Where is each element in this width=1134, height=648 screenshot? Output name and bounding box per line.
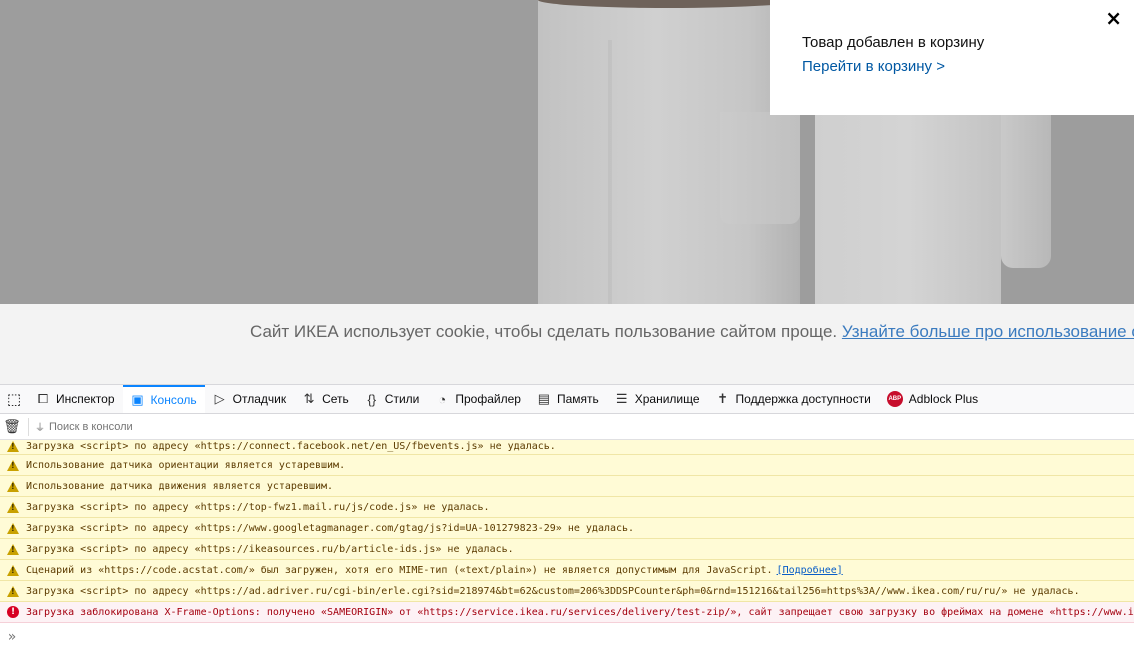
warning-icon <box>7 522 19 534</box>
debugger-icon: ▷ <box>214 391 225 406</box>
warning-icon <box>7 480 19 492</box>
console-input-row: » <box>0 625 1134 648</box>
tab-label: Хранилище <box>634 392 700 406</box>
adblock-plus-icon: ABP <box>886 391 903 407</box>
devtools-toolbar: ⬚ ⧠ Инспектор ▣ Консоль ▷ Отладчик ⇅ Сет… <box>0 385 1134 414</box>
filter-icon: ⏚ <box>35 423 45 434</box>
go-to-cart-link[interactable]: Перейти в корзину > <box>802 58 945 75</box>
message-text: Загрузка заблокирована X-Frame-Options: … <box>26 606 1134 618</box>
warning-icon <box>7 585 19 597</box>
storage-icon: ☰ <box>615 391 628 406</box>
message-text: Использование датчика движения является … <box>26 480 334 492</box>
tab-label: Adblock Plus <box>908 392 979 406</box>
message-text: Загрузка <script> по адресу «https://www… <box>26 522 635 534</box>
cookie-message: Сайт ИКЕА использует cookie, чтобы сдела… <box>250 322 838 341</box>
paper-tube-small <box>720 112 800 224</box>
tab-network[interactable]: ⇅ Сеть <box>294 385 357 413</box>
trash-icon[interactable]: 🗑 <box>0 419 24 435</box>
accessibility-icon: ✝ <box>717 391 728 406</box>
console-messages: Загрузка <script> по адресу «https://con… <box>0 440 1134 623</box>
devtools-panel: ⬚ ⧠ Инспектор ▣ Консоль ▷ Отладчик ⇅ Сет… <box>0 384 1134 648</box>
console-message: Сценарий из «https://code.acstat.com/» б… <box>0 560 1134 581</box>
console-message: Использование датчика ориентации являетс… <box>0 455 1134 476</box>
console-message: Загрузка <script> по адресу «https://ike… <box>0 539 1134 560</box>
warning-icon <box>7 459 19 471</box>
console-input[interactable] <box>24 630 1134 644</box>
console-message: Использование датчика движения является … <box>0 476 1134 497</box>
tab-label: Отладчик <box>232 392 287 406</box>
paper-tube-right-small <box>1001 112 1051 268</box>
tab-console[interactable]: ▣ Консоль <box>122 385 205 413</box>
memory-icon: ▤ <box>537 391 551 406</box>
tab-style-editor[interactable]: {} Стили <box>357 385 428 413</box>
cookie-more-link[interactable]: Узнайте больше про использование cookie <box>842 322 1134 341</box>
console-icon: ▣ <box>131 392 144 407</box>
warning-icon <box>7 441 19 452</box>
tube-seam <box>608 40 612 304</box>
tab-profiler[interactable]: ◔ Профайлер <box>427 385 529 413</box>
message-text: Загрузка <script> по адресу «https://top… <box>26 501 490 513</box>
cart-notification-title: Товар добавлен в корзину <box>802 34 985 51</box>
network-icon: ⇅ <box>303 391 315 406</box>
tab-label: Память <box>556 392 599 406</box>
close-icon[interactable]: × <box>1105 6 1122 30</box>
console-message: Загрузка <script> по адресу «https://ad.… <box>0 581 1134 602</box>
inspector-icon: ⧠ <box>37 391 49 406</box>
console-message: Загрузка <script> по адресу «https://top… <box>0 497 1134 518</box>
console-message: Загрузка <script> по адресу «https://con… <box>0 440 1134 455</box>
learn-more-link[interactable]: [Подробнее] <box>777 565 843 576</box>
tab-label: Стили <box>384 392 420 406</box>
console-filter-input[interactable] <box>49 420 449 433</box>
console-filter-bar: 🗑 ⏚ <box>0 414 1134 440</box>
console-message-error: ! Загрузка заблокирована X-Frame-Options… <box>0 602 1134 623</box>
tab-inspector[interactable]: ⧠ Инспектор <box>28 385 123 413</box>
warning-icon <box>7 501 19 513</box>
profiler-icon: ◔ <box>438 391 447 407</box>
tab-label: Сеть <box>322 392 349 406</box>
paper-tube-right <box>815 112 1001 304</box>
error-icon: ! <box>7 606 19 618</box>
element-picker-icon[interactable]: ⬚ <box>0 385 28 413</box>
cookie-banner: Сайт ИКЕА использует cookie, чтобы сдела… <box>0 304 1134 384</box>
message-text: Загрузка <script> по адресу «https://con… <box>26 441 556 452</box>
tab-memory[interactable]: ▤ Память <box>529 385 607 413</box>
tab-label: Профайлер <box>455 392 521 406</box>
divider <box>28 417 29 436</box>
tab-label: Консоль <box>150 393 197 407</box>
cart-notification: × Товар добавлен в корзину Перейти в кор… <box>770 0 1134 115</box>
tab-accessibility[interactable]: ✝ Поддержка доступности <box>708 385 879 413</box>
tab-label: Поддержка доступности <box>735 392 871 406</box>
tab-adblock-plus[interactable]: ABP Adblock Plus <box>879 385 986 413</box>
style-editor-icon: {} <box>367 391 377 407</box>
message-text: Сценарий из «https://code.acstat.com/» б… <box>26 564 773 576</box>
message-text: Загрузка <script> по адресу «https://ad.… <box>26 585 1080 597</box>
cookie-banner-text: Сайт ИКЕА использует cookie, чтобы сдела… <box>250 322 1134 342</box>
tab-debugger[interactable]: ▷ Отладчик <box>205 385 294 413</box>
message-text: Использование датчика ориентации являетс… <box>26 459 346 471</box>
console-message: Загрузка <script> по адресу «https://www… <box>0 518 1134 539</box>
message-text: Загрузка <script> по адресу «https://ike… <box>26 543 514 555</box>
warning-icon <box>7 543 19 555</box>
tab-storage[interactable]: ☰ Хранилище <box>607 385 708 413</box>
warning-icon <box>7 564 19 576</box>
tab-label: Инспектор <box>56 392 115 406</box>
prompt-icon: » <box>7 629 17 645</box>
